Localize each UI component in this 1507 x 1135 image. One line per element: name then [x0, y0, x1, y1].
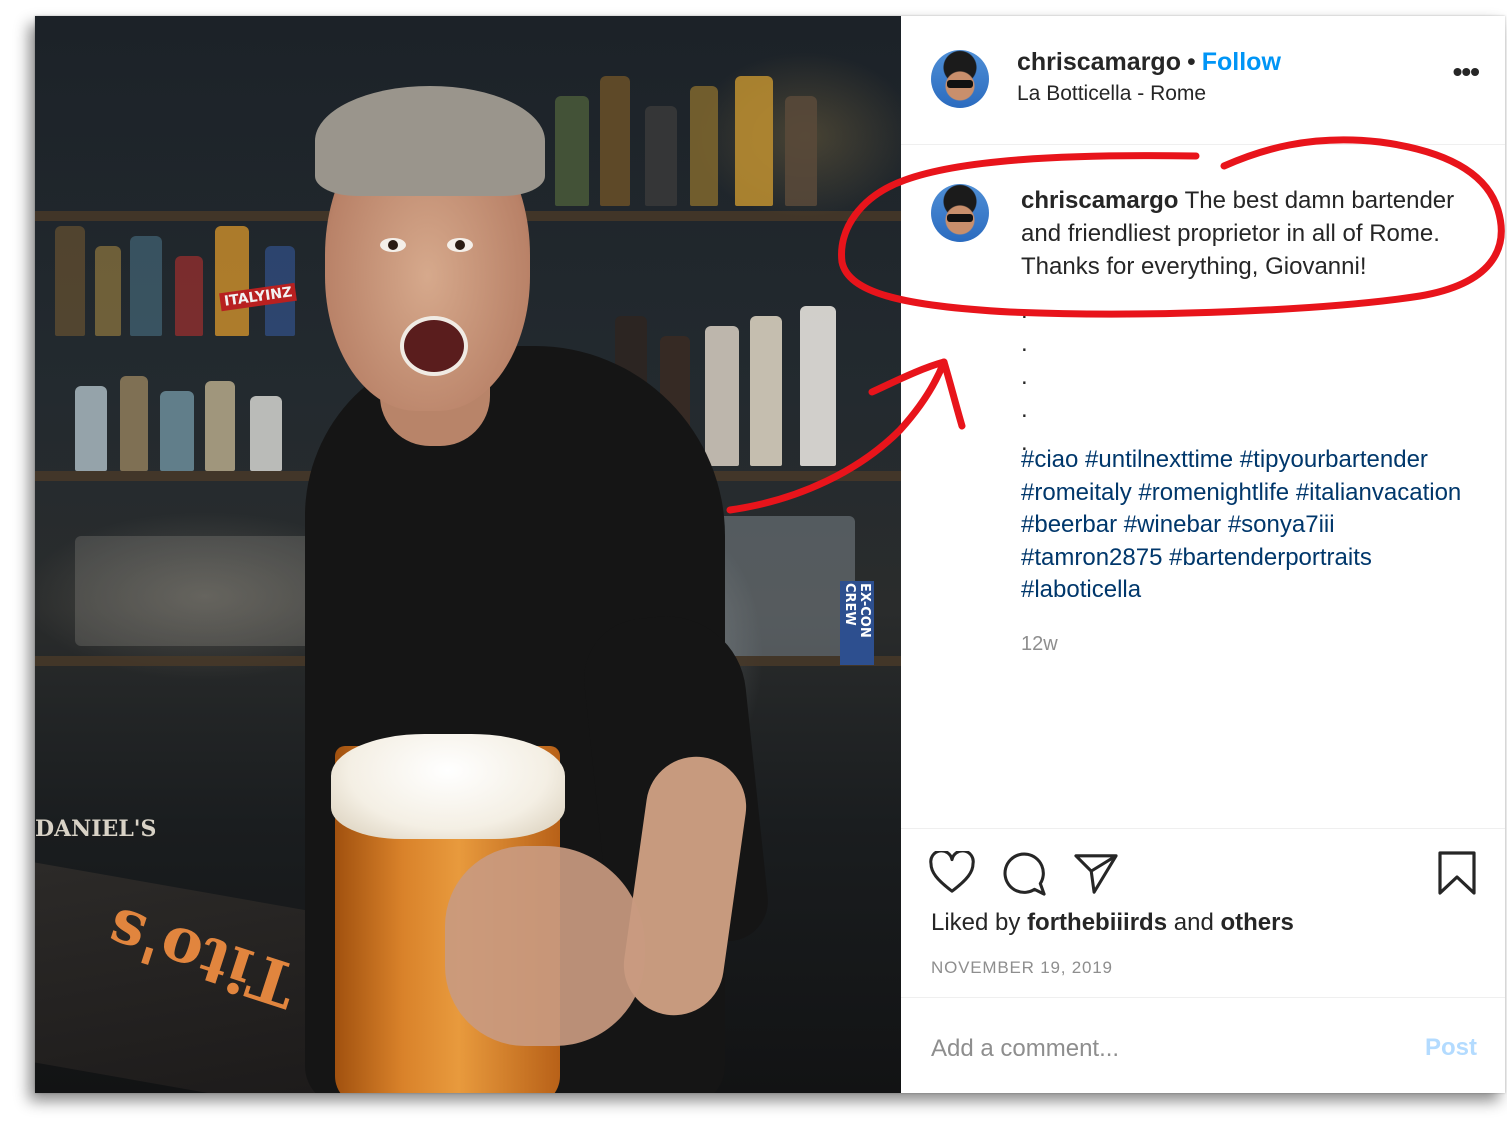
liked-by-and: and [1173, 909, 1214, 936]
hashtag-link[interactable]: #romeitaly [1021, 479, 1132, 506]
bartender-eye [447, 238, 473, 252]
caption-dot: . [1021, 297, 1028, 324]
bartender-hand [445, 846, 645, 1046]
liked-by-user-link[interactable]: forthebiiirds [1027, 909, 1167, 936]
bottle [75, 386, 107, 471]
bar-sign: DANIEL'S [35, 816, 157, 842]
caption-avatar[interactable] [931, 184, 989, 242]
more-options-icon[interactable]: ••• [1453, 56, 1480, 88]
bottle [645, 106, 677, 206]
hashtag-line: #romeitaly #romenightlife #italianvacati… [1021, 477, 1501, 510]
bookmark-icon[interactable] [1437, 850, 1477, 901]
hashtag-link[interactable]: #romenightlife [1138, 479, 1289, 506]
bottle [750, 316, 782, 466]
hashtag-list: #ciao #untilnexttime #tipyourbartender #… [1021, 444, 1501, 607]
caption-dot: . [1021, 330, 1028, 357]
sunglasses-icon [947, 214, 973, 222]
bar-sticker: EX-CON CREW [840, 581, 874, 665]
bottle [785, 96, 817, 206]
likes-summary: Liked by forthebiiirds and others [931, 909, 1294, 937]
bottle [800, 306, 836, 466]
hashtag-link[interactable]: #sonya7iii [1228, 511, 1335, 538]
bottle [130, 236, 162, 336]
hashtag-line: #ciao #untilnexttime #tipyourbartender [1021, 444, 1501, 477]
hashtag-link[interactable]: #beerbar [1021, 511, 1117, 538]
post-details-panel: chriscamargo • Follow La Botticella - Rome… [901, 16, 1505, 1093]
post-comment-button[interactable]: Post [1425, 1034, 1477, 1062]
liked-by-others-link[interactable]: others [1220, 909, 1293, 936]
caption-username[interactable]: chriscamargo [1021, 187, 1178, 214]
instagram-post-card: ITALYINZ DANIEL'S EX-CON CREW Tito's chr… [35, 16, 1505, 1093]
actions-divider [901, 828, 1505, 829]
post-header: chriscamargo • Follow La Botticella - Rome… [901, 16, 1505, 145]
hashtag-link[interactable]: #tipyourbartender [1240, 446, 1428, 473]
header-username[interactable]: chriscamargo [1017, 48, 1181, 76]
hashtag-link[interactable]: #untilnexttime [1085, 446, 1233, 473]
follow-button[interactable]: Follow [1202, 48, 1281, 76]
bartender-hair [315, 86, 545, 196]
post-date[interactable]: NOVEMBER 19, 2019 [931, 958, 1113, 978]
comment-icon[interactable] [1001, 851, 1047, 902]
bottle [600, 76, 630, 206]
caption-timestamp[interactable]: 12w [1021, 633, 1058, 656]
share-icon[interactable] [1073, 852, 1119, 901]
hashtag-link[interactable]: #winebar [1124, 511, 1221, 538]
heart-icon[interactable] [929, 849, 975, 900]
bottle [705, 326, 739, 466]
caption-dot: . [1021, 363, 1028, 390]
comment-divider [901, 997, 1505, 998]
bottle [175, 256, 203, 336]
hashtag-link[interactable]: #laboticella [1021, 576, 1141, 603]
bartender-mouth [400, 316, 468, 376]
bottle [690, 86, 718, 206]
hashtag-link[interactable]: #tamron2875 [1021, 544, 1162, 571]
post-photo[interactable]: ITALYINZ DANIEL'S EX-CON CREW Tito's [35, 16, 901, 1093]
avatar[interactable] [931, 50, 989, 108]
bottle [160, 391, 194, 471]
bottle [95, 246, 121, 336]
header-separator: • [1186, 48, 1196, 76]
bottle [555, 96, 589, 206]
hashtag-line: #beerbar #winebar #sonya7iii [1021, 509, 1501, 542]
sunglasses-icon [947, 80, 973, 88]
hashtag-line: #laboticella [1021, 574, 1501, 607]
hashtag-link[interactable]: #ciao [1021, 446, 1078, 473]
glassware [75, 536, 335, 646]
bottle [205, 381, 235, 471]
bottle [55, 226, 85, 336]
hashtag-line: #tamron2875 #bartenderportraits [1021, 542, 1501, 575]
bottle [215, 226, 249, 336]
header-username-row: chriscamargo • Follow [1017, 48, 1281, 77]
hashtag-link[interactable]: #bartenderportraits [1169, 544, 1372, 571]
caption-dots: . . . . . [1021, 294, 1028, 459]
caption-dot: . [1021, 396, 1028, 423]
bottle [120, 376, 148, 471]
comment-input[interactable] [931, 1029, 1401, 1069]
bottle [250, 396, 282, 471]
location-link[interactable]: La Botticella - Rome [1017, 82, 1206, 106]
hashtag-link[interactable]: #italianvacation [1296, 479, 1461, 506]
liked-by-prefix: Liked by [931, 909, 1021, 936]
post-caption: chriscamargo The best damn bartender and… [1021, 184, 1491, 283]
bottle [735, 76, 773, 206]
beer-foam [331, 734, 565, 839]
bartender-eye [380, 238, 406, 252]
